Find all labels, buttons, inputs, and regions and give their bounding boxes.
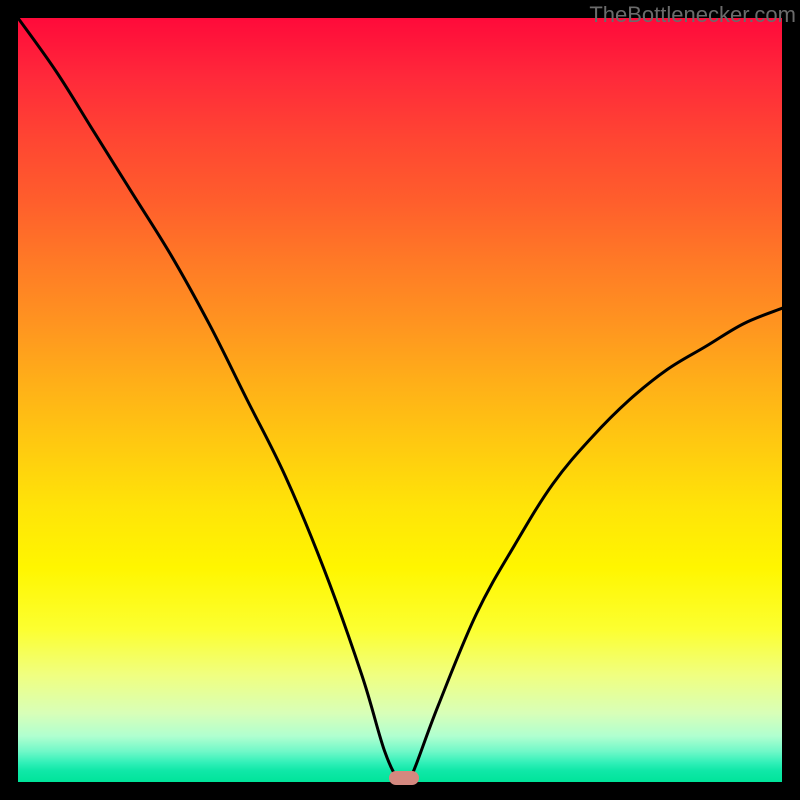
bottleneck-curve [18, 18, 782, 782]
watermark-text: TheBottlenecker.com [589, 2, 796, 28]
curve-path [18, 18, 782, 782]
chart-frame: TheBottlenecker.com [0, 0, 800, 800]
optimum-marker [389, 771, 419, 785]
plot-area [18, 18, 782, 782]
